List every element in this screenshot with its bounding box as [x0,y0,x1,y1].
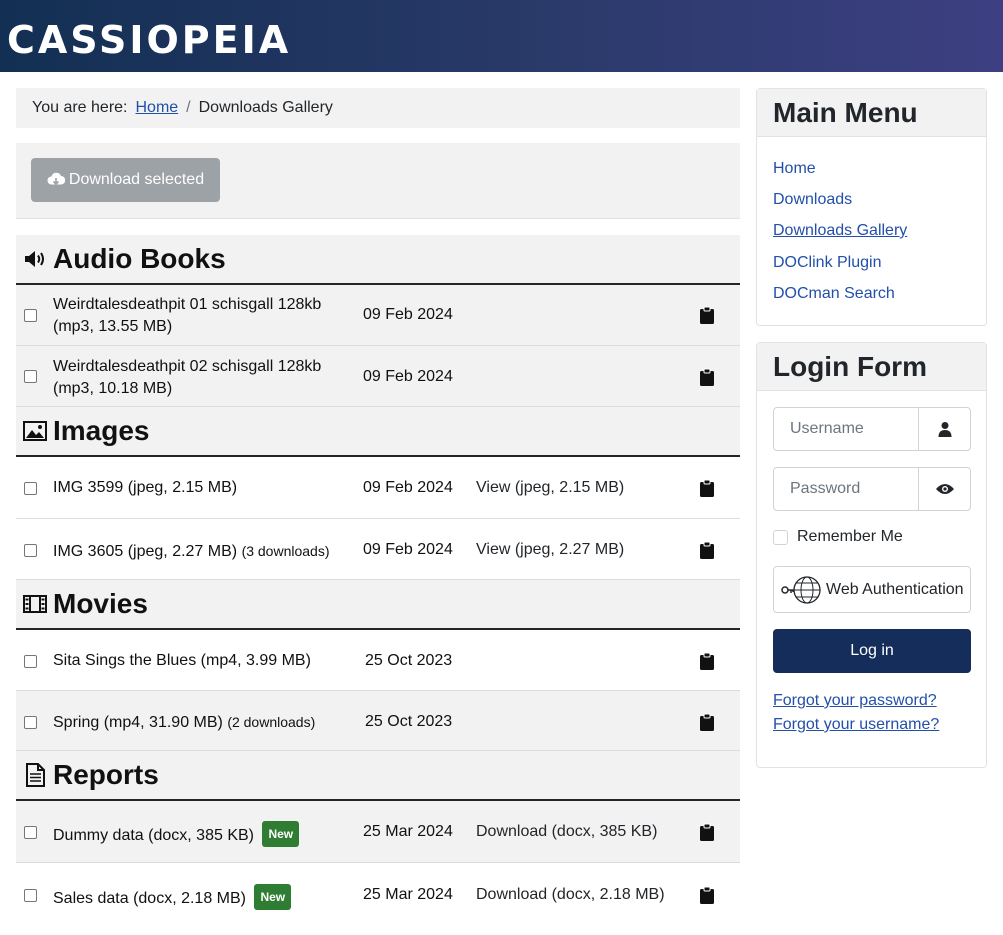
category-title[interactable]: Reports [53,759,159,791]
document-date: 25 Oct 2023 [365,652,453,669]
password-placeholder: Password [790,480,861,497]
select-checkbox[interactable] [24,309,37,322]
document-date: 09 Feb 2024 [363,541,453,558]
clipboard-icon[interactable] [699,479,715,497]
log-in-button[interactable]: Log in [773,629,971,673]
clipboard-icon[interactable] [699,541,715,559]
new-badge: New [262,821,300,847]
site-logo[interactable]: CASSIOPEIA [7,18,291,62]
download-selected-button[interactable]: Download selected [31,158,220,202]
new-badge: New [254,884,292,910]
breadcrumb-prefix: You are here: [32,99,128,116]
download-link[interactable]: Download (docx, 2.18 MB) [476,886,665,904]
menu-item-downloads[interactable]: Downloads [773,191,852,209]
speaker-icon [25,251,44,267]
select-checkbox[interactable] [24,716,37,729]
select-checkbox[interactable] [24,889,37,902]
document-icon [26,763,45,787]
menu-item-docman-search[interactable]: DOCman Search [773,285,895,303]
document-title[interactable]: Sita Sings the Blues (mp4, 3.99 MB) [53,650,311,672]
category-audio-books: Audio Books [16,235,740,285]
select-checkbox[interactable] [24,826,37,839]
breadcrumb-home-link[interactable]: Home [135,99,178,117]
download-link[interactable]: Download (docx, 385 KB) [476,823,657,841]
menu-item-home[interactable]: Home [773,160,816,178]
web-authentication-label: Web Authentication [826,580,964,598]
category-title[interactable]: Movies [53,588,148,620]
breadcrumb-current: Downloads Gallery [198,99,333,116]
document-title[interactable]: Spring (mp4, 31.90 MB) (2 downloads) [53,711,315,734]
clipboard-icon[interactable] [699,886,715,904]
login-form-card: Login Form Username Password Remember Me… [756,342,987,768]
site-header: CASSIOPEIA [0,0,1003,72]
list-item: Weirdtalesdeathpit 01 schisgall 128kb (m… [16,285,740,346]
clipboard-icon[interactable] [699,652,715,670]
category-title[interactable]: Images [53,415,150,447]
menu-item-doclink-plugin[interactable]: DOClink Plugin [773,254,881,272]
remember-me-checkbox[interactable] [773,529,788,545]
clipboard-icon[interactable] [699,823,715,841]
document-date: 25 Oct 2023 [365,713,453,730]
document-title[interactable]: IMG 3605 (jpeg, 2.27 MB) (3 downloads) [53,540,330,563]
username-placeholder: Username [790,420,864,437]
clipboard-icon[interactable] [699,713,715,731]
image-icon [23,421,47,441]
film-icon [23,595,47,613]
list-item: IMG 3599 (jpeg, 2.15 MB) 09 Feb 2024 Vie… [16,457,740,519]
document-date: 25 Mar 2024 [363,886,453,903]
login-form-title: Login Form [757,343,986,391]
document-date: 09 Feb 2024 [363,479,453,496]
list-item: Spring (mp4, 31.90 MB) (2 downloads) 25 … [16,691,740,751]
document-title[interactable]: Sales data (docx, 2.18 MB) New [53,884,292,910]
breadcrumb: You are here: Home / Downloads Gallery [16,88,740,128]
eye-icon[interactable] [918,468,970,510]
category-images: Images [16,407,740,457]
select-checkbox[interactable] [24,370,37,383]
document-date: 09 Feb 2024 [363,306,453,323]
select-checkbox[interactable] [24,544,37,557]
document-title[interactable]: Weirdtalesdeathpit 02 schisgall 128kb (m… [53,356,343,400]
download-toolbar: Download selected [16,143,740,219]
breadcrumb-separator: / [186,99,191,116]
document-date: 25 Mar 2024 [363,823,453,840]
document-title[interactable]: IMG 3599 (jpeg, 2.15 MB) [53,477,237,499]
clipboard-icon[interactable] [699,368,715,386]
view-link[interactable]: View (jpeg, 2.15 MB) [476,479,624,497]
forgot-password-link[interactable]: Forgot your password? [773,692,937,710]
category-movies: Movies [16,580,740,630]
remember-me-label: Remember Me [797,528,903,545]
webauthn-icon [781,575,821,604]
list-item: Sales data (docx, 2.18 MB) New 25 Mar 20… [16,863,740,925]
remember-me[interactable]: Remember Me [773,528,903,546]
cloud-download-icon [47,172,65,186]
list-item: IMG 3605 (jpeg, 2.27 MB) (3 downloads) 0… [16,519,740,580]
document-title[interactable]: Dummy data (docx, 385 KB) New [53,821,300,847]
select-checkbox[interactable] [24,482,37,495]
document-title[interactable]: Weirdtalesdeathpit 01 schisgall 128kb (m… [53,294,343,338]
web-authentication-button[interactable]: Web Authentication [773,566,971,613]
main-menu-title: Main Menu [757,89,986,137]
category-reports: Reports [16,751,740,801]
list-item: Weirdtalesdeathpit 02 schisgall 128kb (m… [16,346,740,407]
user-icon [918,408,970,450]
forgot-username-link[interactable]: Forgot your username? [773,716,939,734]
clipboard-icon[interactable] [699,306,715,324]
document-date: 09 Feb 2024 [363,368,453,385]
main-menu-card: Main Menu Home Downloads Downloads Galle… [756,88,987,326]
category-title[interactable]: Audio Books [53,243,226,275]
select-checkbox[interactable] [24,655,37,668]
list-item: Dummy data (docx, 385 KB) New 25 Mar 202… [16,801,740,863]
view-link[interactable]: View (jpeg, 2.27 MB) [476,541,624,559]
username-field[interactable]: Username [773,407,971,451]
download-selected-label: Download selected [68,171,205,188]
list-item: Sita Sings the Blues (mp4, 3.99 MB) 25 O… [16,630,740,691]
menu-item-downloads-gallery[interactable]: Downloads Gallery [773,222,907,240]
password-field[interactable]: Password [773,467,971,511]
